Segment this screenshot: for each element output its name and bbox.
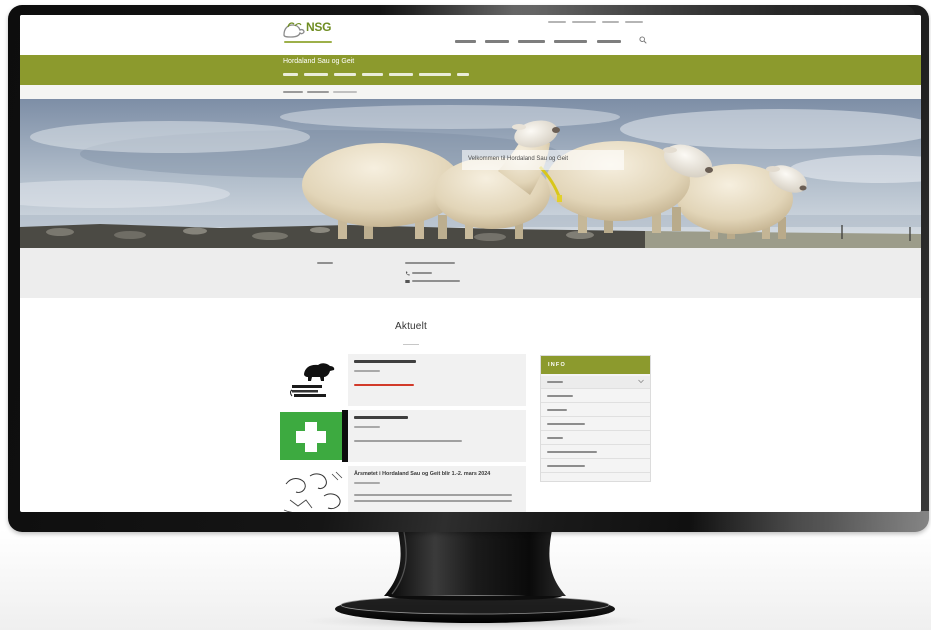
sidebar-item[interactable]	[541, 404, 650, 417]
main-nav-item[interactable]	[554, 40, 587, 43]
sidebar-item-label	[547, 381, 563, 383]
sidebar-item[interactable]	[541, 446, 650, 459]
news-title[interactable]: Årsmøtet i Hordaland Sau og Geit blir 1.…	[354, 471, 490, 477]
section-nav-item[interactable]	[389, 73, 413, 76]
sidebar-item-label	[547, 395, 573, 397]
news-item[interactable]	[280, 410, 526, 462]
hero-welcome-text: Velkommen til Hordaland Sau og Geit	[468, 156, 569, 162]
utility-link[interactable]	[625, 21, 643, 23]
sheep-goat-logo-icon	[283, 22, 305, 38]
sidebar-item[interactable]	[541, 418, 650, 431]
section-nav-item[interactable]	[362, 73, 383, 76]
sidebar-item-label	[547, 465, 585, 467]
news-thumbnail[interactable]	[280, 354, 348, 406]
news-thumbnail[interactable]	[280, 410, 348, 462]
monitor-screen: NSG Hordaland Sau og Geit Velkommen til …	[20, 15, 921, 512]
heading-divider	[403, 344, 419, 345]
sidebar-item-label	[547, 451, 597, 453]
news-excerpt	[354, 494, 512, 496]
sidebar-header: INFO	[541, 356, 650, 374]
section-title[interactable]: Hordaland Sau og Geit	[283, 58, 354, 65]
contact-phone[interactable]	[412, 272, 432, 274]
sidebar-item-label	[547, 423, 585, 425]
sidebar-item[interactable]	[541, 390, 650, 403]
news-list: Årsmøtet i Hordaland Sau og Geit blir 1.…	[280, 354, 526, 512]
sidebar-item[interactable]	[541, 376, 650, 389]
contact-role	[317, 262, 333, 264]
logo-tagline	[284, 41, 332, 43]
main-nav-item[interactable]	[518, 40, 545, 43]
news-date	[354, 426, 380, 428]
search-icon[interactable]	[639, 36, 647, 44]
utility-link[interactable]	[572, 21, 596, 23]
section-nav-item[interactable]	[457, 73, 469, 76]
breadcrumb-link[interactable]	[283, 91, 303, 93]
site-logo[interactable]: NSG	[282, 19, 344, 49]
hero-banner: Velkommen til Hordaland Sau og Geit	[20, 99, 921, 248]
email-icon	[405, 280, 410, 283]
sidebar-item[interactable]	[541, 432, 650, 445]
info-sidebar: INFO	[540, 355, 651, 482]
contact-strip	[20, 248, 921, 298]
sidebar-item-label	[547, 437, 563, 439]
main-nav-item[interactable]	[485, 40, 509, 43]
news-heading: Aktuelt	[395, 321, 427, 332]
monitor-stand	[300, 530, 650, 629]
section-nav-item[interactable]	[419, 73, 451, 76]
utility-link[interactable]	[602, 21, 619, 23]
main-nav-item[interactable]	[455, 40, 476, 43]
news-excerpt	[354, 500, 512, 502]
breadcrumb-link[interactable]	[307, 91, 329, 93]
news-thumbnail[interactable]	[280, 466, 348, 512]
news-title[interactable]	[354, 360, 416, 363]
news-title[interactable]	[354, 416, 408, 419]
news-excerpt	[354, 440, 462, 442]
news-date	[354, 370, 380, 372]
sidebar-header-text: INFO	[548, 362, 566, 368]
utility-link[interactable]	[548, 21, 566, 23]
news-date	[354, 482, 380, 484]
main-nav-item[interactable]	[597, 40, 621, 43]
news-item[interactable]	[280, 354, 526, 406]
sidebar-item[interactable]	[541, 460, 650, 473]
hero-sheep-photo	[20, 99, 921, 248]
site-header: NSG	[20, 15, 921, 55]
section-bar: Hordaland Sau og Geit	[20, 55, 921, 85]
news-alert-link[interactable]	[354, 384, 414, 386]
chevron-down-icon[interactable]	[638, 379, 644, 384]
section-nav-item[interactable]	[334, 73, 356, 76]
bezel-reflection-bottom	[689, 511, 929, 532]
section-nav-item[interactable]	[304, 73, 328, 76]
monitor: NSG Hordaland Sau og Geit Velkommen til …	[8, 5, 929, 532]
hero-welcome-box: Velkommen til Hordaland Sau og Geit	[462, 150, 624, 170]
stand-neck	[384, 530, 566, 596]
sidebar-item-label	[547, 409, 567, 411]
phone-icon	[405, 271, 410, 276]
section-nav-item[interactable]	[283, 73, 298, 76]
logo-text: NSG	[306, 20, 332, 34]
contact-email[interactable]	[412, 280, 460, 282]
breadcrumb	[20, 85, 921, 99]
breadcrumb-current	[333, 91, 357, 93]
contact-name	[405, 262, 455, 264]
news-item[interactable]: Årsmøtet i Hordaland Sau og Geit blir 1.…	[280, 466, 526, 512]
